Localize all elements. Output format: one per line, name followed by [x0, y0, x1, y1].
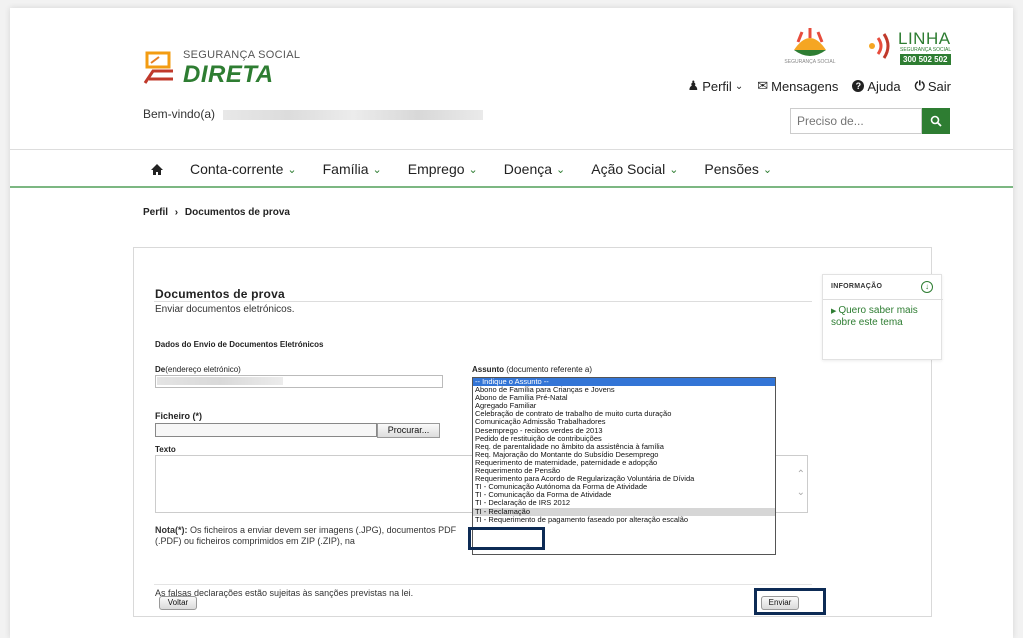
- nav-conta-corrente[interactable]: Conta-corrente ⌄: [190, 161, 297, 177]
- envelope-icon: ✉: [757, 78, 769, 93]
- chevron-down-icon: ⌄: [762, 163, 773, 176]
- nav-home[interactable]: [150, 163, 164, 176]
- question-icon: ?: [852, 80, 865, 92]
- texto-label: Texto: [155, 445, 176, 454]
- top-links: ♟ Perfil ⌄ ✉ Mensagens ? Ajuda ⏻ Sair: [688, 78, 951, 94]
- nav-emprego[interactable]: Emprego ⌄: [408, 161, 478, 177]
- search-button[interactable]: [922, 108, 950, 134]
- nota-rest: Os ficheiros a enviar devem ser imagens …: [155, 525, 457, 546]
- perfil-label: Perfil: [702, 78, 732, 94]
- assunto-label: Assunto (documento referente a): [472, 365, 592, 374]
- user-icon: ♟: [687, 78, 700, 93]
- blurred-username: [223, 109, 484, 120]
- nav-acao-social[interactable]: Ação Social ⌄: [591, 161, 678, 177]
- home-icon: [151, 163, 163, 175]
- logo-top-text: SEGURANÇA SOCIAL: [183, 49, 301, 61]
- chevron-down-icon: ⌄: [468, 163, 478, 176]
- nav-divider: [10, 186, 1013, 188]
- highlight-enviar: [754, 588, 826, 615]
- welcome-text: Bem-vindo(a): [143, 107, 484, 121]
- highlight-reclamacao: [468, 527, 545, 550]
- nota-text: Nota(*): Os ficheiros a enviar devem ser…: [155, 525, 475, 547]
- seguranca-social-direta-logo[interactable]: SEGURANÇA SOCIAL DIRETA: [143, 45, 303, 91]
- nav-label: Emprego: [407, 161, 465, 177]
- ficheiro-label: Ficheiro (*): [155, 411, 203, 421]
- linha-word: LINHA: [898, 29, 951, 48]
- perfil-link[interactable]: ♟ Perfil ⌄: [688, 78, 744, 94]
- nav-doenca[interactable]: Doença ⌄: [504, 161, 565, 177]
- linha-small: SEGURANÇA SOCIAL: [900, 47, 952, 53]
- mensagens-label: Mensagens: [771, 78, 839, 94]
- textarea-scrollbar[interactable]: ⌃ ⌄: [797, 466, 805, 502]
- sun-emblem-icon: [794, 28, 826, 56]
- nota-bold: Nota(*):: [155, 525, 188, 535]
- breadcrumb-current: Documentos de prova: [184, 207, 290, 218]
- file-path-input[interactable]: [155, 423, 377, 437]
- section-title: Dados do Envio de Documentos Eletrónicos: [155, 340, 324, 349]
- nav-label: Ação Social: [591, 161, 666, 177]
- info-divider: [823, 299, 943, 300]
- de-label-rest: (endereço eletrónico): [165, 365, 241, 374]
- quero-saber-mais-label: Quero saber mais sobre este tema: [831, 305, 918, 328]
- search-icon: [930, 115, 942, 127]
- informacao-heading: INFORMAÇÃO: [831, 283, 883, 290]
- logo-main-text: DIRETA: [183, 61, 274, 88]
- nav-label: Pensões: [704, 161, 759, 177]
- sair-label: Sair: [927, 78, 951, 94]
- nav-top-divider: [10, 149, 1013, 150]
- bottom-divider: [154, 584, 812, 585]
- nav-label: Família: [322, 161, 369, 177]
- mensagens-link[interactable]: ✉ Mensagens: [757, 78, 838, 94]
- linha-number: 300 502 502: [900, 54, 951, 65]
- ajuda-link[interactable]: ? Ajuda: [852, 78, 901, 94]
- breadcrumb-separator: ›: [174, 207, 179, 218]
- informacao-box: INFORMAÇÃO ↓ ▶ Quero saber mais sobre es…: [822, 274, 943, 360]
- nav-pensoes[interactable]: Pensões ⌄: [704, 161, 772, 177]
- blurred-email: [157, 377, 283, 385]
- nav-familia[interactable]: Família ⌄: [323, 161, 382, 177]
- voltar-button[interactable]: Voltar: [159, 596, 197, 610]
- ajuda-label: Ajuda: [867, 78, 901, 94]
- page-subtitle: Enviar documentos eletrónicos.: [155, 304, 295, 315]
- title-divider: [154, 301, 812, 302]
- chevron-down-icon: ⌄: [287, 163, 297, 176]
- nav-label: Conta-corrente: [190, 161, 284, 177]
- quero-saber-mais-link[interactable]: ▶ Quero saber mais sobre este tema: [831, 305, 939, 328]
- nav-label: Doença: [503, 161, 553, 177]
- chevron-down-icon: ⌄: [734, 80, 744, 92]
- main-nav: Conta-corrente ⌄ Família ⌄ Emprego ⌄ Doença…: [150, 154, 772, 184]
- chevron-down-icon: ⌄: [669, 163, 679, 176]
- chevron-down-icon: ⌄: [372, 163, 382, 176]
- download-icon[interactable]: ↓: [921, 281, 933, 293]
- page-title: Documentos de prova: [155, 287, 285, 301]
- power-icon: ⏻: [914, 78, 925, 93]
- procurar-button[interactable]: Procurar...: [377, 423, 440, 438]
- seguranca-social-logo: SEGURANÇA SOCIAL: [780, 26, 840, 72]
- signal-waves-icon: [869, 33, 890, 59]
- de-label: De(endereço eletrónico): [155, 365, 241, 374]
- ss-logo-text: SEGURANÇA SOCIAL: [784, 59, 836, 65]
- de-label-bold: De: [155, 365, 166, 374]
- sair-link[interactable]: ⏻ Sair: [915, 78, 951, 94]
- assunto-label-bold: Assunto: [472, 365, 504, 374]
- linha-seguranca-social[interactable]: LINHA SEGURANÇA SOCIAL 300 502 502: [862, 23, 952, 69]
- direta-logo-icon: [143, 51, 173, 84]
- assunto-label-rest: (documento referente a): [504, 365, 593, 374]
- welcome-label: Bem-vindo(a): [143, 107, 216, 121]
- breadcrumb: Perfil › Documentos de prova: [143, 207, 290, 218]
- assunto-option[interactable]: TI - Requerimento de pagamento faseado p…: [473, 515, 775, 524]
- breadcrumb-perfil[interactable]: Perfil: [143, 207, 168, 218]
- chevron-down-icon: ⌄: [556, 163, 566, 176]
- search-input[interactable]: [790, 108, 922, 134]
